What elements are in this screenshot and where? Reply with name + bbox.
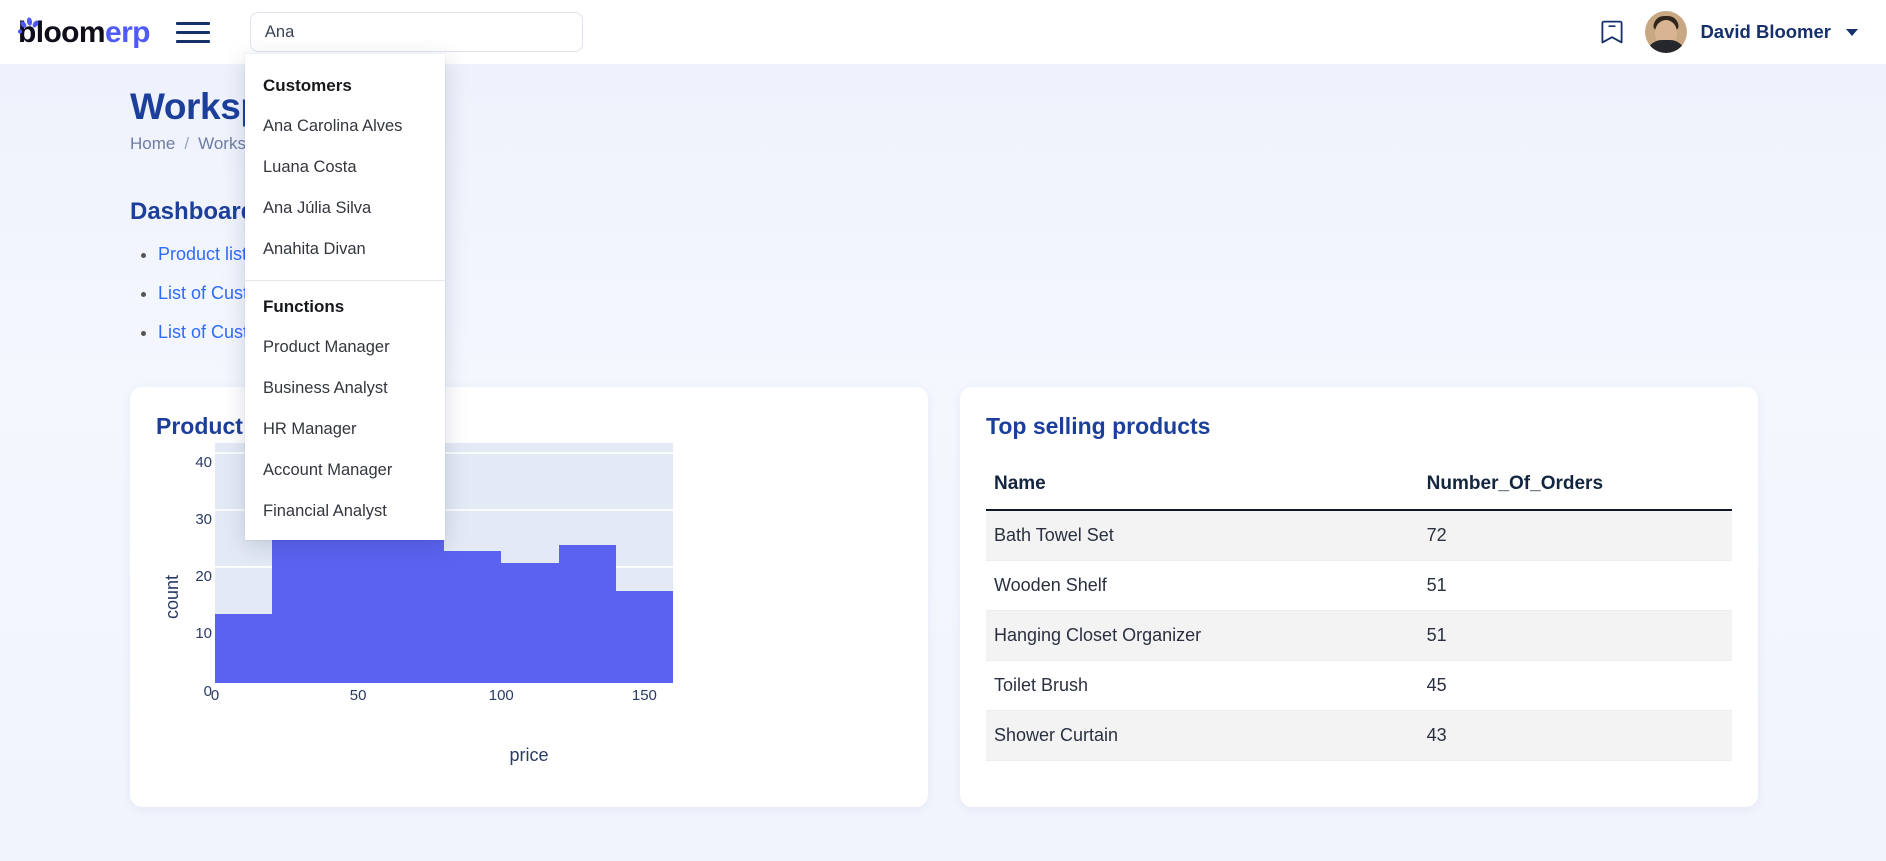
breadcrumb-separator: / [184, 133, 190, 153]
table-row: Hanging Closet Organizer 51 [986, 610, 1732, 661]
chart-x-tick-label: 100 [488, 686, 514, 704]
hamburger-menu-icon[interactable] [175, 15, 218, 49]
dropdown-item[interactable]: Anahita Divan [245, 229, 445, 270]
dropdown-item[interactable]: Product Manager [245, 327, 445, 368]
cell-product-name: Shower Curtain [986, 710, 1419, 761]
chart-bar [444, 551, 502, 683]
column-header-orders: Number_Of_Orders [1418, 464, 1732, 511]
user-menu[interactable]: David Bloomer [1641, 7, 1864, 57]
dropdown-group-heading: Functions [263, 297, 345, 316]
cell-number-of-orders: 51 [1418, 610, 1732, 661]
chart-bar [215, 613, 273, 683]
breadcrumb-item-home[interactable]: Home [130, 134, 175, 154]
table-header-row: Name Number_Of_Orders [986, 464, 1732, 511]
app-root: bloomerp David Bloomer [0, 0, 1886, 861]
cell-number-of-orders: 51 [1418, 560, 1732, 611]
cell-product-name: Toilet Brush [986, 660, 1419, 711]
app-logo[interactable]: bloomerp [16, 9, 150, 55]
dropdown-item[interactable]: Ana Carolina Alves [245, 106, 445, 147]
hamburger-line [175, 21, 210, 25]
avatar-body [1646, 40, 1687, 53]
dropdown-item[interactable]: Luana Costa [245, 147, 445, 188]
table-head: Name Number_Of_Orders [986, 464, 1732, 511]
bookmark-icon[interactable] [1589, 9, 1635, 55]
top-selling-products-table: Name Number_Of_Orders Bath Towel Set 72 Wo… [986, 464, 1732, 761]
chart-bar [329, 522, 373, 683]
chevron-down-icon[interactable] [1846, 28, 1858, 36]
top-selling-products-title: Top selling products [986, 412, 1211, 439]
cell-number-of-orders: 72 [1418, 509, 1732, 561]
cell-product-name: Bath Towel Set [986, 509, 1419, 561]
dashboard-link-product-list[interactable]: Product list [158, 244, 247, 264]
dropdown-item[interactable]: Account Manager [245, 450, 445, 491]
search-results-dropdown: Customers Ana Carolina Alves Luana Costa An… [245, 54, 445, 540]
cell-product-name: Hanging Closet Organizer [986, 610, 1419, 661]
chart-bar [386, 522, 444, 683]
dropdown-item[interactable]: Business Analyst [245, 368, 445, 409]
cell-number-of-orders: 45 [1418, 660, 1732, 711]
chart-x-tick-label: 50 [349, 686, 367, 704]
chart-bar [615, 591, 673, 683]
cell-number-of-orders: 43 [1418, 710, 1732, 761]
user-name: David Bloomer [1700, 21, 1831, 42]
chart-y-ticks: 0 10 20 30 40 [195, 453, 212, 700]
chart-x-tick-label: 0 [210, 686, 220, 704]
dropdown-item[interactable]: Ana Júlia Silva [245, 188, 445, 229]
chart-bar [272, 533, 330, 683]
dropdown-item[interactable]: Financial Analyst [245, 491, 445, 532]
table-body: Bath Towel Set 72 Wooden Shelf 51 Hanging Cl… [986, 509, 1732, 761]
dropdown-item[interactable]: HR Manager [245, 409, 445, 450]
hamburger-line [175, 30, 210, 34]
chart-bar [501, 562, 559, 683]
table-row: Shower Curtain 43 [986, 710, 1732, 761]
chart-x-tick-label: 150 [631, 686, 657, 704]
logo-text-erp: erp [105, 16, 150, 49]
search-input[interactable] [249, 12, 583, 52]
top-selling-products-card: Top selling products Name Number_Of_Orde… [960, 386, 1758, 807]
table-row: Wooden Shelf 51 [986, 560, 1732, 611]
table-row: Bath Towel Set 72 [986, 509, 1732, 561]
dropdown-group-heading: Customers [263, 76, 352, 95]
avatar [1645, 11, 1688, 53]
flower-petals-icon [16, 11, 42, 55]
cell-product-name: Wooden Shelf [986, 560, 1419, 611]
hamburger-line [175, 39, 210, 43]
chart-x-axis-label: price [509, 744, 549, 765]
chart-bar [558, 545, 616, 683]
table-row: Toilet Brush 45 [986, 660, 1732, 711]
navbar-right-actions: David Bloomer [1589, 7, 1864, 57]
column-header-name: Name [986, 464, 1419, 511]
